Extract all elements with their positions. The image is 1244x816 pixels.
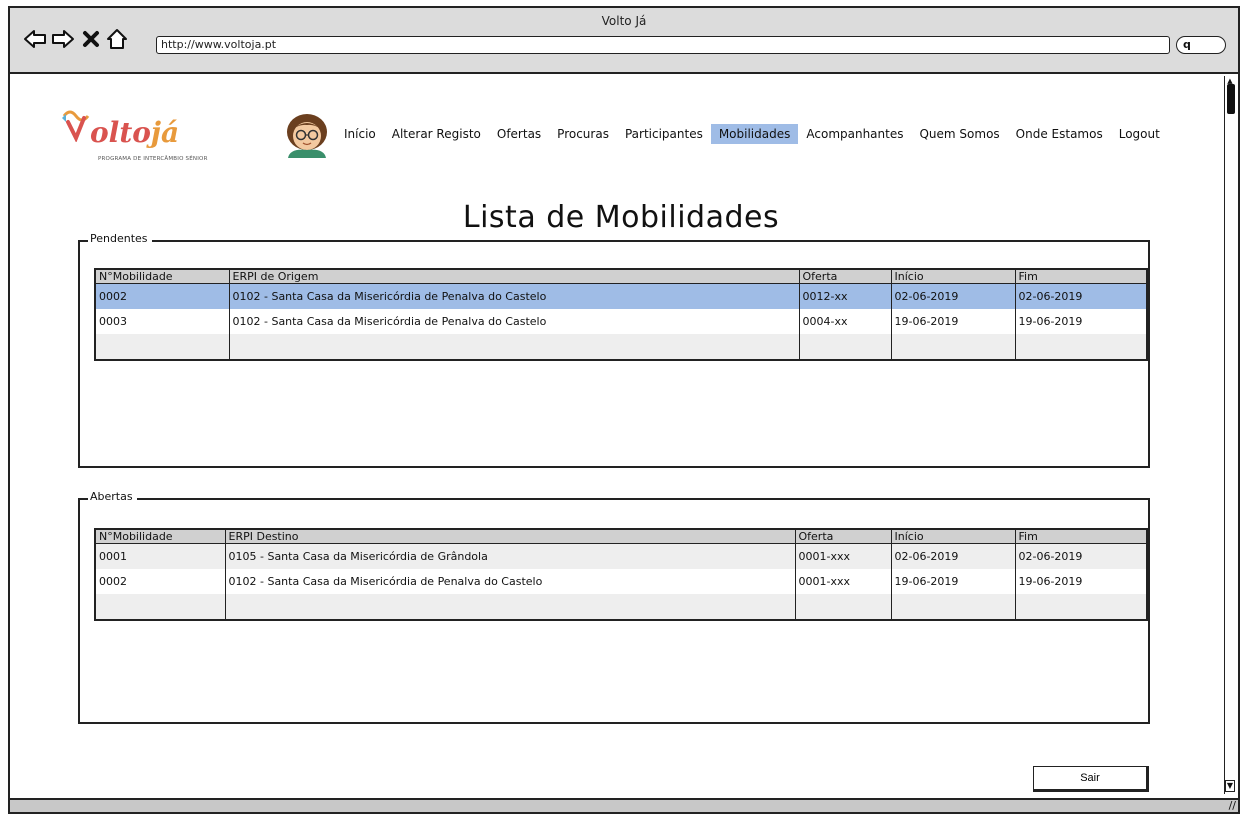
menu-item-participantes[interactable]: Participantes bbox=[617, 124, 711, 144]
table-cell: 0002 bbox=[95, 568, 226, 594]
page-title: Lista de Mobilidades bbox=[462, 200, 780, 235]
column-header[interactable]: Fim bbox=[1015, 529, 1147, 544]
menu-item-inicio[interactable]: Início bbox=[336, 124, 384, 144]
table-row[interactable]: 0001 0105 - Santa Casa da Misericórdia d… bbox=[95, 543, 1147, 569]
table-header-row: N°Mobilidade ERPI Destino Oferta Início … bbox=[95, 529, 1147, 544]
scroll-down-icon[interactable]: ▼ bbox=[1225, 780, 1235, 792]
table-cell: 0102 - Santa Casa da Misericórdia de Pen… bbox=[229, 283, 800, 309]
table-cell: 02-06-2019 bbox=[891, 283, 1016, 309]
table-cell: 0001-xxx bbox=[795, 543, 892, 569]
browser-window: Volto Já http://www.voltoja.pt q oltojá … bbox=[8, 6, 1240, 814]
column-header[interactable]: N°Mobilidade bbox=[95, 529, 226, 544]
table-row[interactable]: 0002 0102 - Santa Casa da Misericórdia d… bbox=[95, 568, 1147, 594]
table-row[interactable]: 0002 0102 - Santa Casa da Misericórdia d… bbox=[95, 283, 1147, 309]
column-header[interactable]: ERPI de Origem bbox=[229, 269, 800, 284]
user-avatar-icon[interactable] bbox=[282, 112, 332, 158]
logo-text-main: olto bbox=[90, 116, 151, 149]
table-cell: 02-06-2019 bbox=[1015, 543, 1147, 569]
column-header[interactable]: Início bbox=[891, 529, 1016, 544]
url-input[interactable]: http://www.voltoja.pt bbox=[156, 36, 1170, 54]
abertas-label: Abertas bbox=[88, 490, 137, 503]
vertical-scrollbar[interactable] bbox=[1224, 76, 1236, 794]
column-header[interactable]: Oferta bbox=[795, 529, 892, 544]
menu-item-acompanhantes[interactable]: Acompanhantes bbox=[798, 124, 911, 144]
stop-x-icon[interactable] bbox=[78, 26, 104, 52]
table-cell: 0001 bbox=[95, 543, 226, 569]
back-arrow-icon[interactable] bbox=[22, 26, 48, 52]
resize-grip-icon[interactable]: // bbox=[1229, 800, 1236, 812]
table-cell: 0001-xxx bbox=[795, 568, 892, 594]
column-header[interactable]: Oferta bbox=[799, 269, 892, 284]
table-cell: 0004-xx bbox=[799, 308, 892, 334]
column-header[interactable]: N°Mobilidade bbox=[95, 269, 230, 284]
table-row-empty[interactable] bbox=[95, 333, 1147, 360]
table-cell: 0102 - Santa Casa da Misericórdia de Pen… bbox=[229, 308, 800, 334]
menu-item-alterar-registo[interactable]: Alterar Registo bbox=[384, 124, 489, 144]
table-cell: 02-06-2019 bbox=[891, 543, 1016, 569]
table-row[interactable]: 0003 0102 - Santa Casa da Misericórdia d… bbox=[95, 308, 1147, 334]
table-cell: 02-06-2019 bbox=[1015, 283, 1147, 309]
status-bar: // bbox=[10, 798, 1238, 812]
search-field[interactable]: q bbox=[1176, 36, 1226, 54]
column-header[interactable]: ERPI Destino bbox=[225, 529, 796, 544]
search-icon: q bbox=[1183, 38, 1191, 51]
menu-item-mobilidades[interactable]: Mobilidades bbox=[710, 124, 799, 144]
pendentes-table: N°Mobilidade ERPI de Origem Oferta Iníci… bbox=[94, 268, 1148, 361]
table-cell: 19-06-2019 bbox=[891, 308, 1016, 334]
menu-item-quem-somos[interactable]: Quem Somos bbox=[911, 124, 1007, 144]
logo-subtitle: PROGRAMA DE INTERCÂMBIO SÉNIOR bbox=[98, 156, 208, 162]
table-cell: 19-06-2019 bbox=[1018, 574, 1083, 588]
abertas-group: Abertas N°Mobilidade ERPI Destino Oferta… bbox=[78, 490, 1150, 724]
pendentes-label: Pendentes bbox=[88, 232, 152, 245]
forward-arrow-icon[interactable] bbox=[50, 26, 76, 52]
sair-button[interactable]: Sair bbox=[1033, 766, 1149, 792]
table-cell: 0105 - Santa Casa da Misericórdia de Grâ… bbox=[225, 543, 796, 569]
menu-item-logout[interactable]: Logout bbox=[1111, 124, 1168, 144]
menu-item-ofertas[interactable]: Ofertas bbox=[489, 124, 549, 144]
table-cell: 19-06-2019 bbox=[1018, 314, 1083, 328]
window-title: Volto Já bbox=[601, 14, 647, 28]
logo-wordmark: oltojá bbox=[90, 116, 179, 149]
table-cell: 0102 - Santa Casa da Misericórdia de Pen… bbox=[225, 568, 796, 594]
main-menu: Início Alterar Registo Ofertas Procuras … bbox=[336, 124, 1168, 144]
pendentes-group: Pendentes N°Mobilidade ERPI de Origem Of… bbox=[78, 232, 1150, 468]
abertas-table: N°Mobilidade ERPI Destino Oferta Início … bbox=[94, 528, 1148, 621]
table-cell: 0002 bbox=[95, 283, 230, 309]
logo-wave-icon bbox=[62, 110, 90, 142]
home-icon[interactable] bbox=[104, 26, 130, 52]
logo-text-accent: já bbox=[150, 116, 180, 149]
browser-titlebar: Volto Já http://www.voltoja.pt q bbox=[10, 8, 1238, 74]
scrollbar-thumb[interactable] bbox=[1227, 84, 1235, 114]
column-header[interactable]: Fim bbox=[1015, 269, 1147, 284]
table-cell: 19-06-2019 bbox=[891, 568, 1016, 594]
table-cell: 0003 bbox=[95, 308, 230, 334]
menu-item-procuras[interactable]: Procuras bbox=[549, 124, 617, 144]
menu-item-onde-estamos[interactable]: Onde Estamos bbox=[1008, 124, 1111, 144]
table-cell: 0012-xx bbox=[799, 283, 892, 309]
table-header-row: N°Mobilidade ERPI de Origem Oferta Iníci… bbox=[95, 269, 1147, 284]
table-row-empty[interactable] bbox=[95, 593, 1147, 620]
column-header[interactable]: Início bbox=[891, 269, 1016, 284]
